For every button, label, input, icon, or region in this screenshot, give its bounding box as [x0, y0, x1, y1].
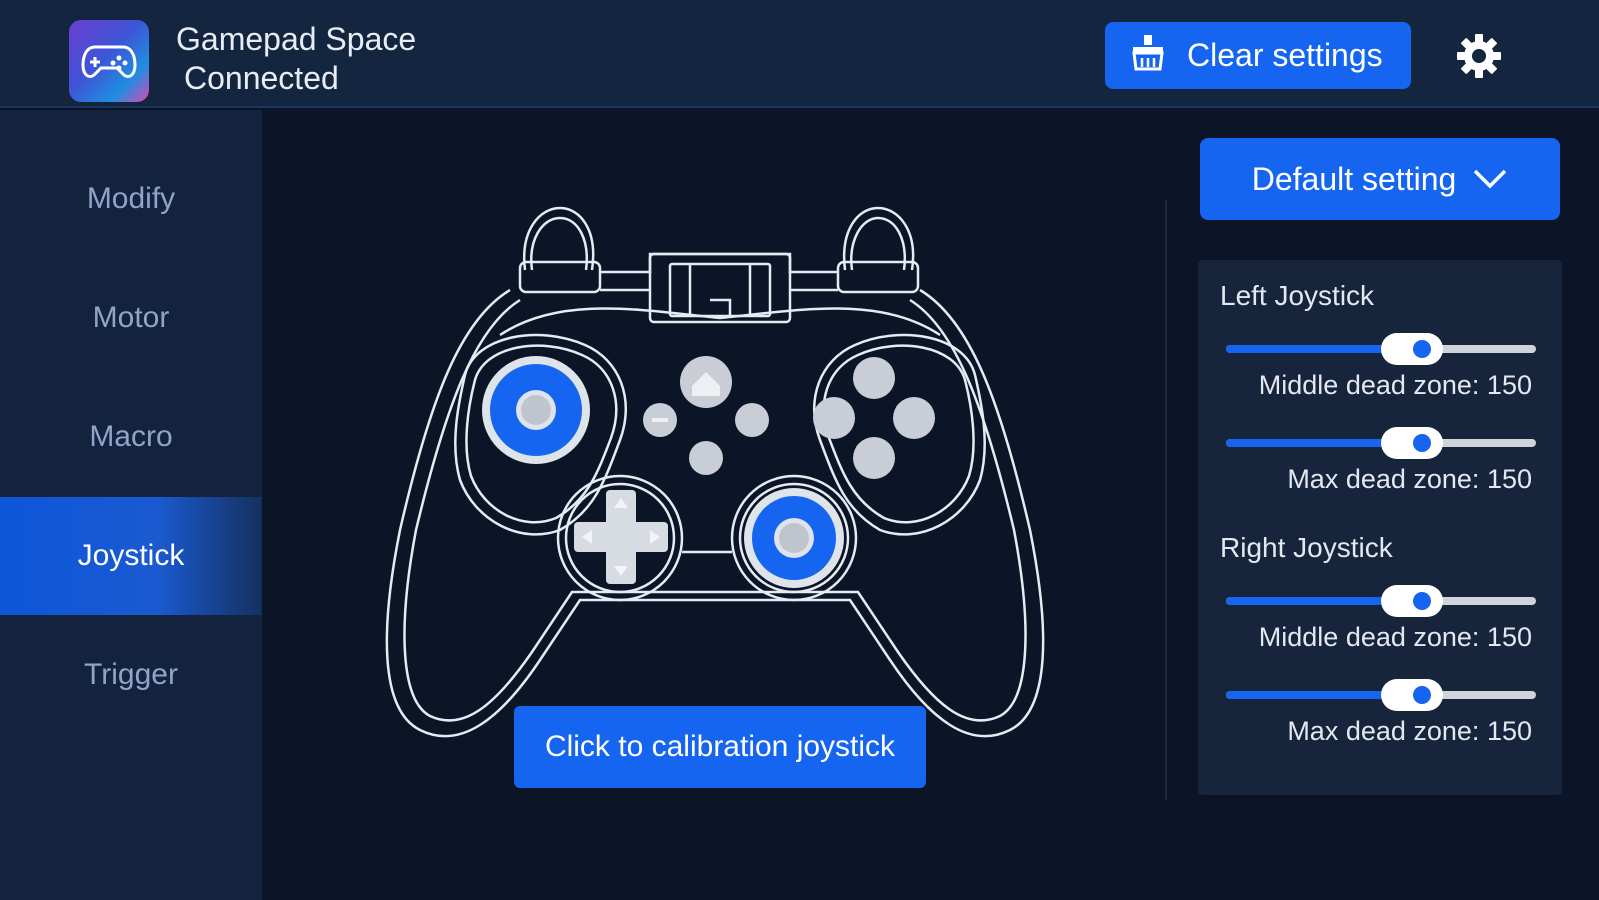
- sidebar-item-label: Macro: [89, 420, 173, 453]
- preset-dropdown[interactable]: Default setting: [1200, 138, 1560, 220]
- sidebar: Modify Motor Macro Joystick Trigger: [0, 110, 262, 900]
- slider-thumb[interactable]: [1381, 333, 1443, 365]
- left-joystick-title: Left Joystick: [1220, 280, 1375, 311]
- connection-status: Connected: [184, 60, 339, 96]
- center-buttons-graphic: [643, 356, 769, 475]
- top-bar: Gamepad Space Connected Clear settings: [0, 0, 1599, 108]
- sidebar-item-modify[interactable]: Modify: [0, 140, 262, 258]
- sidebar-item-label: Motor: [92, 301, 170, 334]
- gear-icon[interactable]: [1455, 32, 1503, 80]
- right-middle-deadzone-label: Middle dead zone: 150: [1258, 622, 1532, 652]
- face-buttons-graphic: [813, 357, 935, 479]
- left-middle-deadzone-slider[interactable]: [1226, 333, 1536, 365]
- sidebar-item-macro[interactable]: Macro: [0, 378, 262, 496]
- sidebar-item-trigger[interactable]: Trigger: [0, 616, 262, 734]
- joystick-settings-panel: Left Joystick Middle dead zone: 150 Max …: [1198, 260, 1562, 795]
- left-stick-graphic: [482, 356, 590, 464]
- clear-settings-label: Clear settings: [1187, 37, 1383, 73]
- sidebar-item-joystick[interactable]: Joystick: [0, 497, 262, 615]
- right-middle-deadzone-slider[interactable]: [1226, 585, 1536, 617]
- gamepad-logo-icon: [69, 20, 149, 102]
- broom-icon: [1127, 31, 1169, 81]
- app-name: Gamepad Space: [176, 21, 417, 57]
- sidebar-item-label: Joystick: [77, 539, 185, 572]
- right-stick-graphic: [744, 488, 844, 588]
- clear-settings-button[interactable]: Clear settings: [1105, 22, 1411, 89]
- slider-thumb[interactable]: [1381, 679, 1443, 711]
- chevron-down-icon: [1472, 161, 1508, 198]
- right-max-deadzone-label: Max dead zone: 150: [1287, 716, 1532, 746]
- left-max-deadzone-label: Max dead zone: 150: [1287, 464, 1532, 494]
- left-max-deadzone-slider[interactable]: [1226, 427, 1536, 459]
- right-joystick-title: Right Joystick: [1220, 532, 1393, 563]
- calibrate-joystick-button[interactable]: Click to calibration joystick: [514, 706, 926, 788]
- panel-divider: [1165, 200, 1167, 800]
- sidebar-item-motor[interactable]: Motor: [0, 259, 262, 377]
- preset-label: Default setting: [1251, 160, 1457, 197]
- right-max-deadzone-slider[interactable]: [1226, 679, 1536, 711]
- slider-thumb[interactable]: [1381, 427, 1443, 459]
- dpad-graphic: [574, 490, 668, 584]
- left-middle-deadzone-label: Middle dead zone: 150: [1258, 370, 1532, 400]
- controller-illustration: [385, 206, 1045, 738]
- sidebar-item-label: Modify: [86, 182, 176, 215]
- sidebar-item-label: Trigger: [84, 658, 178, 691]
- slider-thumb[interactable]: [1381, 585, 1443, 617]
